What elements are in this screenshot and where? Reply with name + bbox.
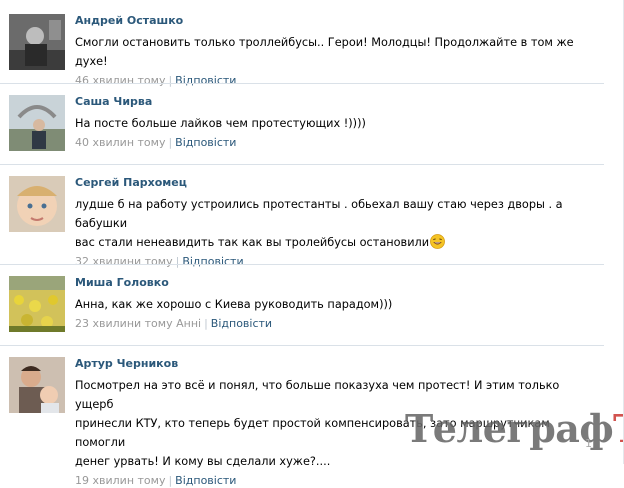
reply-link[interactable]: Відповісти bbox=[175, 74, 236, 87]
divider bbox=[0, 83, 604, 84]
meta-separator: | bbox=[168, 74, 173, 87]
comment-item: Сергей Пархомец лудше б на работу устрои… bbox=[0, 176, 604, 268]
reply-to-name[interactable]: Анні bbox=[176, 317, 201, 330]
telegraf-watermark-logo: ТелеграфЪ bbox=[405, 407, 624, 457]
comment-time[interactable]: 19 хвилин тому bbox=[75, 474, 165, 487]
avatar-photo bbox=[9, 14, 65, 70]
comment-item: Миша Головко Анна, как же хорошо с Киева… bbox=[0, 276, 604, 340]
comment-text-line: денег урвать! И кому вы сделали хуже?...… bbox=[75, 455, 331, 468]
avatar-photo bbox=[9, 176, 65, 232]
comment-item: Андрей Осташко Смогли остановить только … bbox=[0, 14, 604, 87]
meta-separator: | bbox=[204, 317, 208, 330]
divider bbox=[0, 264, 604, 265]
comment-text-line: лудше б на работу устроились протестанты… bbox=[75, 198, 563, 230]
comment-time[interactable]: 32 хвилини тому bbox=[75, 255, 173, 268]
avatar[interactable] bbox=[9, 276, 65, 332]
comment-time[interactable]: 23 хвилини тому bbox=[75, 317, 173, 330]
comment-time[interactable]: 40 хвилин тому bbox=[75, 136, 165, 149]
comment-meta: 40 хвилин тому | Відповісти bbox=[75, 136, 595, 150]
comment-text-line: вас стали ненеавидить так как вы тролейб… bbox=[75, 236, 430, 249]
avatar[interactable] bbox=[9, 95, 65, 151]
avatar-photo bbox=[9, 95, 65, 151]
comment-meta: 32 хвилини тому | Відповісти bbox=[75, 255, 595, 269]
comment-text: На посте больше лайков чем протестующих … bbox=[75, 117, 366, 130]
avatar[interactable] bbox=[9, 176, 65, 232]
comment-item: Саша Чирва На посте больше лайков чем пр… bbox=[0, 95, 604, 159]
avatar[interactable] bbox=[9, 357, 65, 413]
reply-link[interactable]: Відповісти bbox=[211, 317, 272, 330]
comment-meta: 19 хвилин тому | Відповісти bbox=[75, 474, 595, 488]
comment-time[interactable]: 46 хвилин тому bbox=[75, 74, 165, 87]
comment-author[interactable]: Артур Черников bbox=[75, 357, 178, 371]
meta-separator: | bbox=[168, 474, 173, 487]
comment-author[interactable]: Саша Чирва bbox=[75, 95, 152, 109]
comment-author[interactable]: Миша Головко bbox=[75, 276, 169, 290]
meta-separator: | bbox=[175, 255, 180, 268]
comment-author[interactable]: Андрей Осташко bbox=[75, 14, 183, 28]
comment-author[interactable]: Сергей Пархомец bbox=[75, 176, 187, 190]
reply-link[interactable]: Відповісти bbox=[175, 136, 236, 149]
like-counter[interactable]: 1 bbox=[585, 437, 592, 450]
reply-link[interactable]: Відповісти bbox=[175, 474, 236, 487]
avatar[interactable] bbox=[9, 14, 65, 70]
comment-meta: 23 хвилини тому Анні | Відповісти bbox=[75, 317, 595, 331]
avatar-photo bbox=[9, 276, 65, 332]
comment-meta: 46 хвилин тому | Відповісти bbox=[75, 74, 595, 88]
laughing-face-icon bbox=[430, 234, 446, 249]
divider bbox=[0, 164, 604, 165]
comment-text: Смогли остановить только троллейбусы.. Г… bbox=[75, 36, 574, 68]
comment-text: Анна, как же хорошо с Киева руководить п… bbox=[75, 298, 393, 311]
avatar-photo bbox=[9, 357, 65, 413]
comment-text: лудше б на работу устроились протестанты… bbox=[75, 195, 595, 252]
meta-separator: | bbox=[168, 136, 173, 149]
reply-link[interactable]: Відповісти bbox=[182, 255, 243, 268]
divider bbox=[0, 345, 604, 346]
